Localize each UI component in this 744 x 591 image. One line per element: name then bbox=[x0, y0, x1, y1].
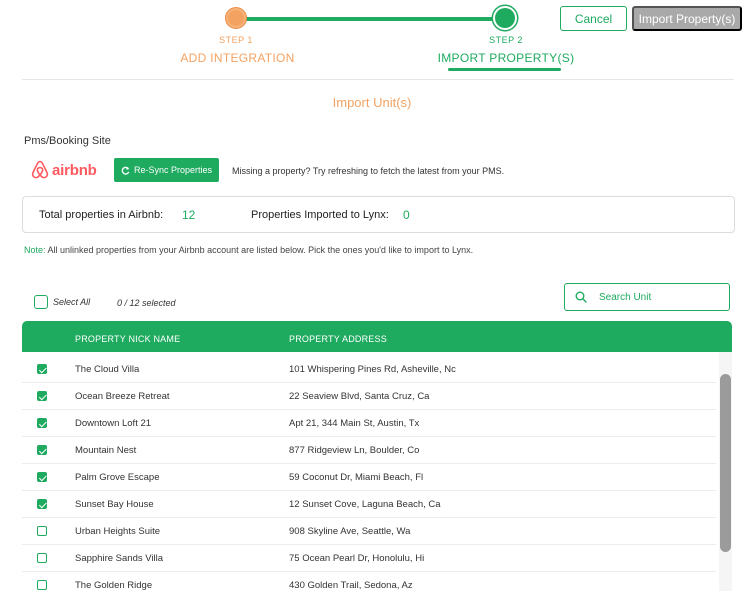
page-title: Import Unit(s) bbox=[332, 95, 412, 110]
total-properties-label: Total properties in Airbnb: bbox=[39, 209, 164, 221]
search-input[interactable] bbox=[599, 289, 724, 305]
table-row[interactable]: Downtown Loft 21 Apt 21, 344 Main St, Aus… bbox=[22, 410, 716, 437]
pms-label: Pms/Booking Site bbox=[24, 135, 111, 147]
step2-title[interactable]: IMPORT PROPERTY(S) bbox=[430, 51, 582, 65]
property-name: Sapphire Sands Villa bbox=[75, 553, 164, 564]
row-checkbox[interactable] bbox=[37, 445, 47, 455]
note-body: All unlinked properties from your Airbnb… bbox=[45, 245, 474, 255]
column-header-nick-name: PROPERTY NICK NAME bbox=[75, 334, 181, 344]
property-name: Palm Grove Escape bbox=[75, 472, 160, 483]
property-name: Urban Heights Suite bbox=[75, 526, 161, 537]
table-header: PROPERTY NICK NAME PROPERTY ADDRESS bbox=[22, 321, 732, 352]
step2-dot bbox=[495, 8, 515, 28]
resync-label: Re-Sync Properties bbox=[133, 165, 213, 175]
divider bbox=[22, 79, 734, 80]
row-checkbox[interactable] bbox=[37, 418, 47, 428]
active-step-underline bbox=[448, 68, 561, 71]
selected-count: 0 / 12 selected bbox=[117, 298, 176, 308]
search-box[interactable] bbox=[564, 283, 730, 311]
table-row[interactable]: Sapphire Sands Villa 75 Ocean Pearl Dr, H… bbox=[22, 545, 716, 572]
row-checkbox[interactable] bbox=[37, 553, 47, 563]
table-row[interactable]: Ocean Breeze Retreat 22 Seaview Blvd, San… bbox=[22, 383, 716, 410]
property-name: The Cloud Villa bbox=[75, 364, 140, 375]
imported-properties-value: 0 bbox=[403, 208, 410, 222]
stats-box: Total properties in Airbnb: 12 Propertie… bbox=[22, 196, 735, 233]
row-checkbox[interactable] bbox=[37, 391, 47, 401]
property-address: 12 Sunset Cove, Laguna Beach, Ca bbox=[289, 499, 441, 510]
property-address: 908 Skyline Ave, Seattle, Wa bbox=[289, 526, 411, 537]
total-properties-value: 12 bbox=[182, 208, 196, 222]
property-name: Downtown Loft 21 bbox=[75, 418, 152, 429]
table-row[interactable]: Urban Heights Suite 908 Skyline Ave, Seat… bbox=[22, 518, 716, 545]
resync-properties-button[interactable]: Re-Sync Properties bbox=[114, 158, 219, 182]
property-address: 59 Coconut Dr, Miami Beach, Fl bbox=[289, 472, 424, 483]
airbnb-logo-icon bbox=[31, 160, 49, 179]
property-address: 877 Ridgeview Ln, Boulder, Co bbox=[289, 445, 420, 456]
property-name: Sunset Bay House bbox=[75, 499, 154, 510]
airbnb-logo-text: airbnb bbox=[52, 161, 97, 179]
table-row[interactable]: Palm Grove Escape 59 Coconut Dr, Miami Be… bbox=[22, 464, 716, 491]
cancel-button[interactable]: Cancel bbox=[560, 6, 627, 31]
table-row[interactable]: The Cloud Villa 101 Whispering Pines Rd, … bbox=[22, 356, 716, 383]
property-address: 22 Seaview Blvd, Santa Cruz, Ca bbox=[289, 391, 430, 402]
row-checkbox[interactable] bbox=[37, 526, 47, 536]
import-property-button[interactable]: Import Property(s) bbox=[632, 6, 742, 31]
property-address: Apt 21, 344 Main St, Austin, Tx bbox=[289, 418, 420, 429]
imported-properties-label: Properties Imported to Lynx: bbox=[251, 209, 389, 221]
scrollbar-thumb[interactable] bbox=[720, 374, 731, 552]
stepper-progress-line bbox=[243, 17, 498, 21]
select-all-checkbox[interactable] bbox=[34, 295, 48, 309]
table-row[interactable]: Mountain Nest 877 Ridgeview Ln, Boulder, … bbox=[22, 437, 716, 464]
property-name: Mountain Nest bbox=[75, 445, 137, 456]
property-address: 101 Whispering Pines Rd, Asheville, Nc bbox=[289, 364, 456, 375]
note-text: Note: All unlinked properties from your … bbox=[24, 245, 473, 255]
select-all-label[interactable]: Select All bbox=[53, 297, 90, 307]
note-prefix: Note: bbox=[24, 245, 46, 255]
row-checkbox[interactable] bbox=[37, 580, 47, 590]
property-address: 75 Ocean Pearl Dr, Honolulu, Hi bbox=[289, 553, 425, 564]
table-body: The Cloud Villa 101 Whispering Pines Rd, … bbox=[22, 356, 716, 591]
missing-property-hint: Missing a property? Try refreshing to fe… bbox=[232, 166, 505, 176]
row-checkbox[interactable] bbox=[37, 472, 47, 482]
step1-title[interactable]: ADD INTEGRATION bbox=[160, 51, 315, 65]
table-row[interactable]: The Golden Ridge 430 Golden Trail, Sedona… bbox=[22, 572, 716, 591]
property-name: The Golden Ridge bbox=[75, 580, 153, 591]
step2-label: STEP 2 bbox=[489, 35, 523, 45]
search-icon bbox=[575, 291, 587, 303]
row-checkbox[interactable] bbox=[37, 499, 47, 509]
step1-dot bbox=[226, 8, 246, 28]
column-header-address: PROPERTY ADDRESS bbox=[289, 334, 387, 344]
property-address: 430 Golden Trail, Sedona, Az bbox=[289, 580, 413, 591]
refresh-icon bbox=[121, 166, 130, 175]
step1-label: STEP 1 bbox=[219, 35, 253, 45]
table-row[interactable]: Sunset Bay House 12 Sunset Cove, Laguna B… bbox=[22, 491, 716, 518]
property-name: Ocean Breeze Retreat bbox=[75, 391, 170, 402]
airbnb-logo: airbnb bbox=[31, 160, 97, 180]
row-checkbox[interactable] bbox=[37, 364, 47, 374]
